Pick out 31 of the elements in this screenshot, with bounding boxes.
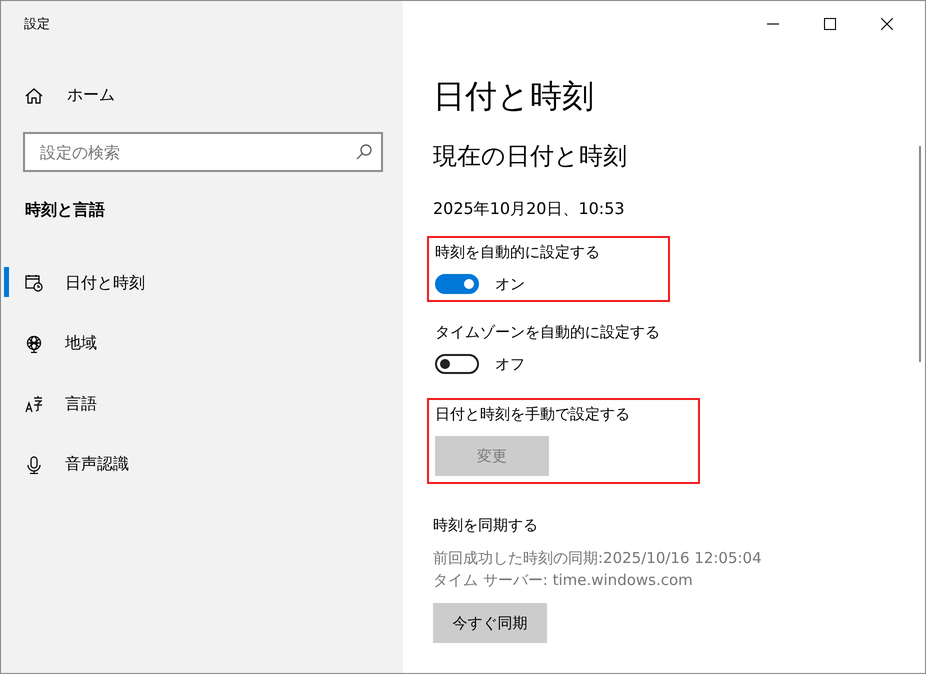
sync-now-button[interactable]: 今すぐ同期	[433, 603, 547, 643]
section-heading: 時刻を同期する	[433, 516, 538, 535]
nav-item[interactable]: 地域	[1, 324, 403, 364]
toggle-switch[interactable]	[435, 274, 479, 294]
globe-icon	[25, 334, 43, 352]
home-link[interactable]: ホーム	[25, 85, 115, 106]
setting-label: 時刻を自動的に設定する	[435, 243, 600, 262]
calendar-clock-icon	[25, 274, 43, 292]
home-icon	[25, 86, 43, 104]
toggle-state: オン	[495, 274, 525, 294]
toggle-switch[interactable]	[435, 354, 479, 374]
nav-item[interactable]: 日付と時刻	[1, 263, 403, 303]
search-icon	[356, 144, 372, 160]
maximize-icon	[824, 18, 836, 30]
toggle-state: オフ	[495, 354, 525, 374]
page-title: 日付と時刻	[433, 76, 594, 117]
section-heading: 時刻と言語	[25, 200, 105, 221]
section-heading: 現在の日付と時刻	[433, 141, 627, 172]
window-title: 設定	[24, 16, 50, 33]
nav-item[interactable]: 音声認識	[1, 444, 403, 484]
language-icon	[25, 395, 43, 413]
setting-label: タイムゾーンを自動的に設定する	[435, 323, 660, 342]
setting-label: 日付と時刻を手動で設定する	[435, 405, 630, 424]
microphone-icon	[25, 456, 43, 474]
search-field[interactable]: 設定の検索	[23, 132, 383, 172]
close-icon	[880, 18, 892, 30]
sync-info: タイム サーバー: time.windows.com	[433, 570, 693, 591]
nav-item[interactable]: 言語	[1, 384, 403, 424]
sync-info: 前回成功した時刻の同期:2025/10/16 12:05:04	[433, 548, 762, 569]
scrollbar[interactable]	[919, 146, 921, 362]
current-date-time: 2025年10月20日、10:53	[433, 199, 625, 220]
